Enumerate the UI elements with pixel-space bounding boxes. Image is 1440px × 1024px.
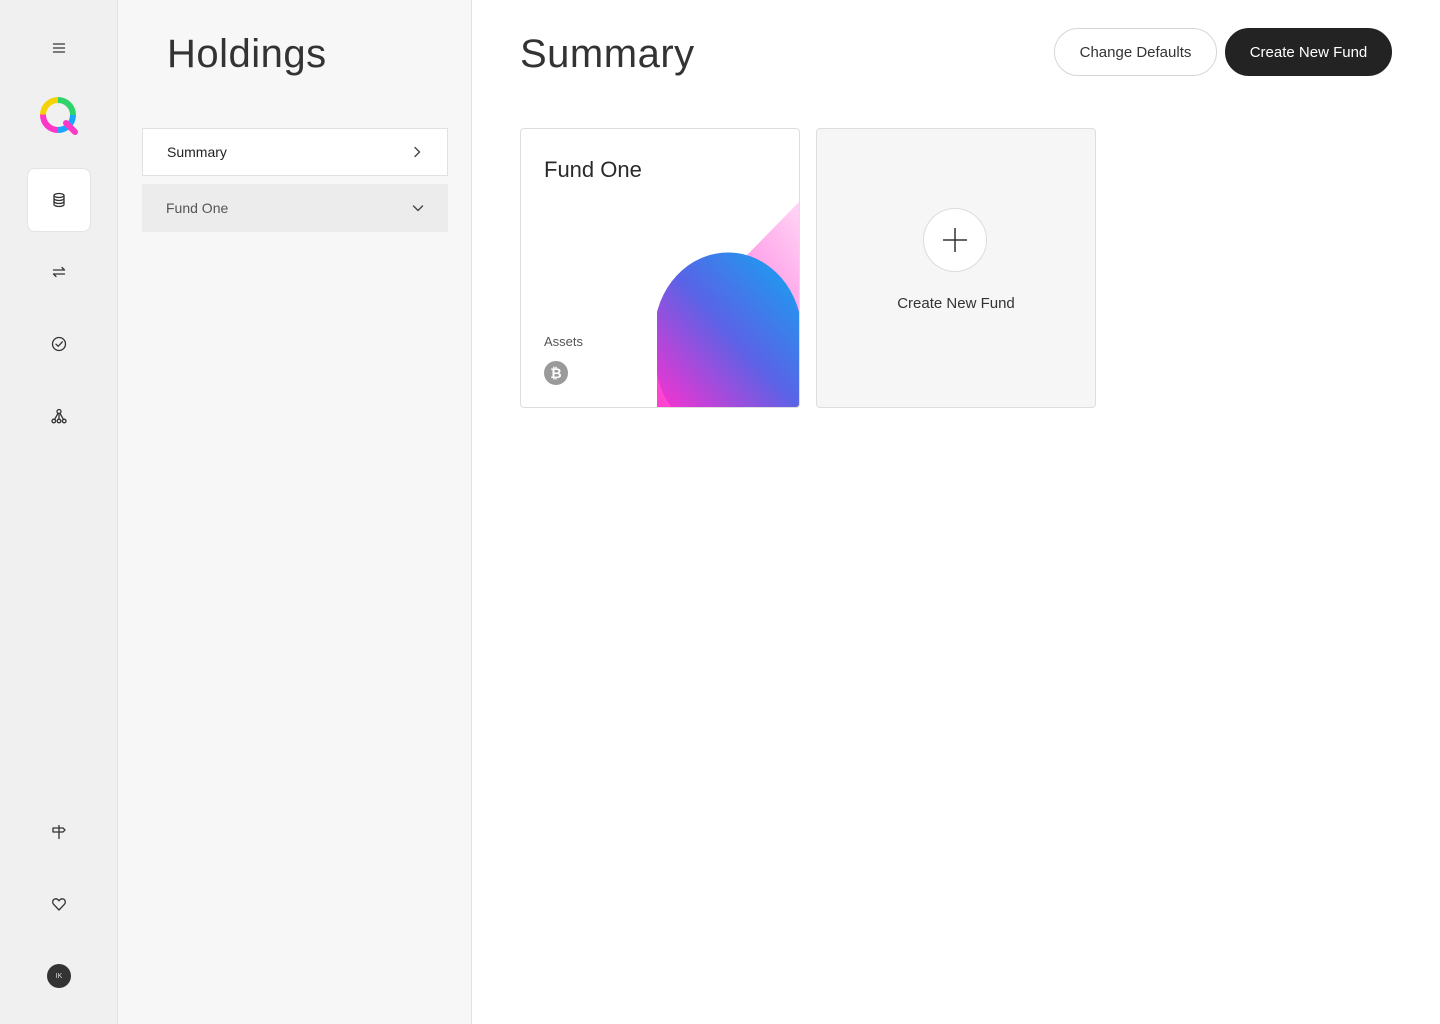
create-fund-plus-button[interactable] [923,208,987,272]
plus-icon [943,228,967,252]
chevron-down-icon [412,205,424,212]
nav-item-summary[interactable]: Summary [142,128,448,176]
transfers-nav-button[interactable] [27,240,91,304]
guide-nav-button[interactable] [27,800,91,864]
nav-item-fund-one[interactable]: Fund One [142,184,448,232]
favorites-nav-button[interactable] [27,872,91,936]
create-fund-card[interactable]: Create New Fund [816,128,1096,408]
bitcoin-icon: ₿ [544,361,568,385]
chevron-right-icon [414,146,421,158]
check-circle-icon [51,336,67,352]
app-root: IK Holdings Summary Fund One Summary Cha… [0,0,1440,1024]
panel-title: Holdings [167,32,327,76]
change-defaults-button[interactable]: Change Defaults [1054,28,1217,76]
assets-label: Assets [544,334,584,349]
fund-card-title: Fund One [544,157,642,182]
svg-text:₿: ₿ [550,366,561,382]
page-title: Summary [520,32,695,76]
menu-button[interactable] [27,16,91,80]
network-icon [51,408,67,424]
menu-icon [52,43,66,53]
heart-icon [52,898,66,911]
nav-item-label: Fund One [166,200,229,216]
database-icon [53,192,65,208]
fund-card-art [657,202,799,407]
network-nav-button[interactable] [27,384,91,448]
logo-icon[interactable] [38,95,80,137]
main-content: Summary Change Defaults Create New Fund … [472,0,1440,1024]
create-new-fund-button[interactable]: Create New Fund [1225,28,1392,76]
nav-item-label: Summary [167,144,227,160]
icon-rail: IK [0,0,118,1024]
signpost-icon [52,824,66,840]
user-avatar[interactable]: IK [47,964,71,988]
holdings-nav-button[interactable] [27,168,91,232]
transfer-icon [52,266,66,278]
holdings-panel: Holdings Summary Fund One [118,0,472,1024]
approvals-nav-button[interactable] [27,312,91,376]
create-fund-card-label: Create New Fund [897,295,1015,312]
fund-card[interactable]: Fund One Assets ₿ [520,128,800,408]
